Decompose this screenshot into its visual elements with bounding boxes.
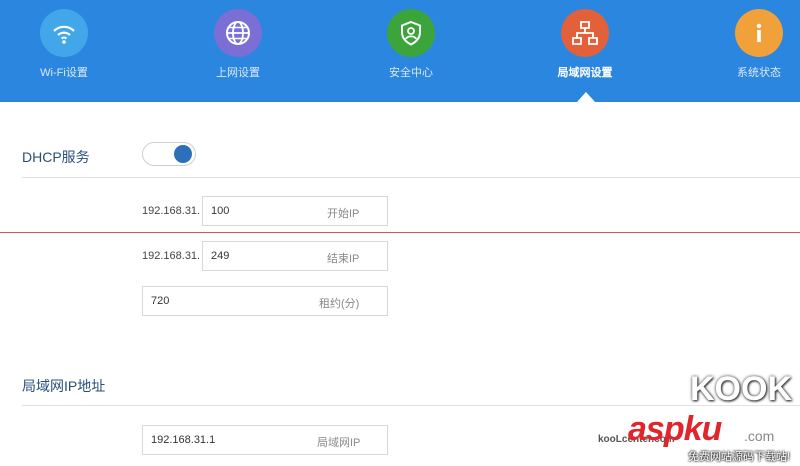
nav-label: 系统状态	[737, 67, 781, 79]
shield-user-icon	[387, 9, 435, 57]
start-ip-prefix: 192.168.31.	[142, 205, 201, 217]
end-ip-field: 结束IP	[202, 241, 388, 271]
start-ip-field: 开始IP	[202, 196, 388, 226]
toggle-knob	[174, 145, 192, 163]
globe-icon	[214, 9, 262, 57]
lan-icon	[561, 9, 609, 57]
active-indicator-arrow	[577, 92, 595, 102]
nav-item-lan-settings[interactable]: 局域网设置	[530, 0, 640, 102]
nav-item-wifi-settings[interactable]: Wi-Fi设置	[9, 0, 119, 102]
top-navigation-bar: Wi-Fi设置 上网设置 安全中心 局域网设置 系统状态	[0, 0, 800, 102]
dhcp-toggle-switch[interactable]	[142, 142, 196, 166]
divider	[22, 177, 800, 178]
info-icon	[735, 9, 783, 57]
watermark-kook-logo: KOOK	[690, 370, 792, 408]
start-ip-hint: 开始IP	[327, 208, 360, 220]
lan-ip-hint: 局域网IP	[317, 437, 361, 449]
lan-ip-section-title: 局域网IP地址	[22, 378, 106, 394]
lease-input[interactable]	[143, 287, 253, 315]
watermark-slogan: 免费网站源码下载站!	[688, 451, 791, 463]
nav-label: 安全中心	[389, 67, 433, 79]
nav-label: 局域网设置	[557, 67, 613, 79]
lease-hint: 租约(分)	[319, 298, 360, 310]
wifi-icon	[40, 9, 88, 57]
dhcp-section-title: DHCP服务	[22, 149, 90, 165]
red-divider-line	[0, 232, 800, 233]
end-ip-hint: 结束IP	[327, 253, 360, 265]
start-ip-input[interactable]	[203, 197, 313, 225]
lan-ip-field: 局域网IP	[142, 425, 388, 455]
divider	[22, 405, 800, 406]
end-ip-prefix: 192.168.31.	[142, 250, 201, 262]
lan-ip-input[interactable]	[143, 426, 253, 454]
lease-field: 租约(分)	[142, 286, 388, 316]
nav-label: Wi-Fi设置	[40, 67, 88, 79]
nav-item-internet-settings[interactable]: 上网设置	[183, 0, 293, 102]
nav-item-security-center[interactable]: 安全中心	[356, 0, 466, 102]
nav-label: 上网设置	[216, 67, 260, 79]
end-ip-input[interactable]	[203, 242, 313, 270]
nav-item-system-status[interactable]: 系统状态	[704, 0, 800, 102]
watermark-aspku-logo: aspku	[628, 410, 722, 448]
watermark-dotcom: .com	[744, 428, 775, 444]
